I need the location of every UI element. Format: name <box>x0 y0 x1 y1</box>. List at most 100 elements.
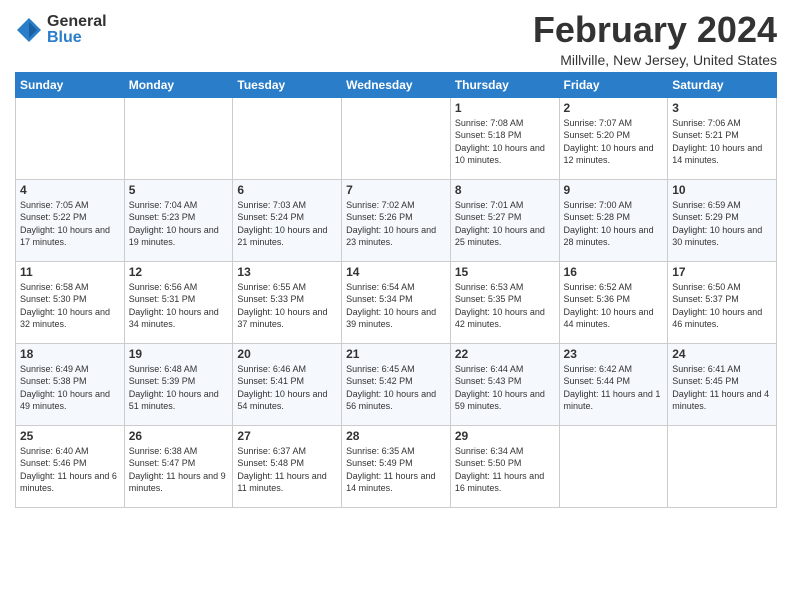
day-cell: 1Sunrise: 7:08 AMSunset: 5:18 PMDaylight… <box>450 97 559 179</box>
day-cell: 13 Sunrise: 6:55 AMSunset: 5:33 PMDayligh… <box>233 261 342 343</box>
day-info: Sunrise: 6:38 AMSunset: 5:47 PMDaylight:… <box>129 446 226 494</box>
day-info: Sunrise: 6:40 AMSunset: 5:46 PMDaylight:… <box>20 446 117 494</box>
day-cell: 7 Sunrise: 7:02 AMSunset: 5:26 PMDaylight… <box>342 179 451 261</box>
day-cell: 5Sunrise: 7:04 AMSunset: 5:23 PMDaylight… <box>124 179 233 261</box>
week-row-2: 4Sunrise: 7:05 AMSunset: 5:22 PMDaylight… <box>16 179 777 261</box>
day-cell: 20 Sunrise: 6:46 AMSunset: 5:41 PMDayligh… <box>233 343 342 425</box>
day-info: Sunrise: 7:03 AMSunset: 5:24 PMDaylight:… <box>237 200 327 248</box>
day-info: Sunrise: 7:00 AMSunset: 5:28 PMDaylight:… <box>564 200 654 248</box>
day-info: Sunrise: 6:48 AMSunset: 5:39 PMDaylight:… <box>129 364 219 412</box>
day-number: 24 <box>672 347 772 361</box>
day-cell: 11 Sunrise: 6:58 AMSunset: 5:30 PMDayligh… <box>16 261 125 343</box>
day-number: 26 <box>129 429 229 443</box>
day-info: Sunrise: 7:07 AMSunset: 5:20 PMDaylight:… <box>564 118 654 166</box>
week-row-5: 25 Sunrise: 6:40 AMSunset: 5:46 PMDayligh… <box>16 425 777 507</box>
calendar-subtitle: Millville, New Jersey, United States <box>533 52 777 68</box>
day-info: Sunrise: 6:54 AMSunset: 5:34 PMDaylight:… <box>346 282 436 330</box>
day-info: Sunrise: 6:49 AMSunset: 5:38 PMDaylight:… <box>20 364 110 412</box>
title-block: February 2024 Millville, New Jersey, Uni… <box>533 10 777 68</box>
day-number: 15 <box>455 265 555 279</box>
day-number: 19 <box>129 347 229 361</box>
day-cell: 15 Sunrise: 6:53 AMSunset: 5:35 PMDayligh… <box>450 261 559 343</box>
day-cell: 12 Sunrise: 6:56 AMSunset: 5:31 PMDayligh… <box>124 261 233 343</box>
day-cell: 2 Sunrise: 7:07 AMSunset: 5:20 PMDaylight… <box>559 97 668 179</box>
day-cell <box>559 425 668 507</box>
day-cell <box>16 97 125 179</box>
col-header-friday: Friday <box>559 72 668 97</box>
day-number: 11 <box>20 265 120 279</box>
day-cell: 23 Sunrise: 6:42 AMSunset: 5:44 PMDayligh… <box>559 343 668 425</box>
day-number: 22 <box>455 347 555 361</box>
logo-icon <box>15 16 43 44</box>
col-header-monday: Monday <box>124 72 233 97</box>
day-number: 18 <box>20 347 120 361</box>
day-cell: 27 Sunrise: 6:37 AMSunset: 5:48 PMDayligh… <box>233 425 342 507</box>
day-number: 13 <box>237 265 337 279</box>
day-info: Sunrise: 6:55 AMSunset: 5:33 PMDaylight:… <box>237 282 327 330</box>
col-header-wednesday: Wednesday <box>342 72 451 97</box>
col-header-saturday: Saturday <box>668 72 777 97</box>
week-row-3: 11 Sunrise: 6:58 AMSunset: 5:30 PMDayligh… <box>16 261 777 343</box>
day-info: Sunrise: 6:58 AMSunset: 5:30 PMDaylight:… <box>20 282 110 330</box>
day-info: Sunrise: 7:02 AMSunset: 5:26 PMDaylight:… <box>346 200 436 248</box>
day-number: 27 <box>237 429 337 443</box>
day-number: 2 <box>564 101 664 115</box>
day-cell: 25 Sunrise: 6:40 AMSunset: 5:46 PMDayligh… <box>16 425 125 507</box>
day-info: Sunrise: 6:41 AMSunset: 5:45 PMDaylight:… <box>672 364 769 412</box>
day-info: Sunrise: 6:45 AMSunset: 5:42 PMDaylight:… <box>346 364 436 412</box>
day-info: Sunrise: 6:46 AMSunset: 5:41 PMDaylight:… <box>237 364 327 412</box>
day-number: 3 <box>672 101 772 115</box>
day-number: 9 <box>564 183 664 197</box>
week-row-4: 18 Sunrise: 6:49 AMSunset: 5:38 PMDayligh… <box>16 343 777 425</box>
day-cell: 4Sunrise: 7:05 AMSunset: 5:22 PMDaylight… <box>16 179 125 261</box>
day-info: Sunrise: 6:59 AMSunset: 5:29 PMDaylight:… <box>672 200 762 248</box>
logo-general-text: General <box>47 14 107 30</box>
day-cell: 21 Sunrise: 6:45 AMSunset: 5:42 PMDayligh… <box>342 343 451 425</box>
day-info: Sunrise: 6:37 AMSunset: 5:48 PMDaylight:… <box>237 446 326 494</box>
day-info: Sunrise: 6:35 AMSunset: 5:49 PMDaylight:… <box>346 446 435 494</box>
day-info: Sunrise: 7:08 AMSunset: 5:18 PMDaylight:… <box>455 118 545 166</box>
calendar-title: February 2024 <box>533 10 777 50</box>
day-number: 21 <box>346 347 446 361</box>
day-cell: 6Sunrise: 7:03 AMSunset: 5:24 PMDaylight… <box>233 179 342 261</box>
day-number: 4 <box>20 183 120 197</box>
header: General Blue February 2024 Millville, Ne… <box>15 10 777 68</box>
day-number: 28 <box>346 429 446 443</box>
calendar-table: SundayMondayTuesdayWednesdayThursdayFrid… <box>15 72 777 508</box>
day-info: Sunrise: 6:42 AMSunset: 5:44 PMDaylight:… <box>564 364 661 412</box>
day-cell: 3 Sunrise: 7:06 AMSunset: 5:21 PMDaylight… <box>668 97 777 179</box>
day-cell: 9 Sunrise: 7:00 AMSunset: 5:28 PMDaylight… <box>559 179 668 261</box>
day-info: Sunrise: 6:56 AMSunset: 5:31 PMDaylight:… <box>129 282 219 330</box>
day-info: Sunrise: 6:34 AMSunset: 5:50 PMDaylight:… <box>455 446 544 494</box>
col-header-thursday: Thursday <box>450 72 559 97</box>
day-number: 29 <box>455 429 555 443</box>
day-cell: 8Sunrise: 7:01 AMSunset: 5:27 PMDaylight… <box>450 179 559 261</box>
day-cell <box>668 425 777 507</box>
week-row-1: 1Sunrise: 7:08 AMSunset: 5:18 PMDaylight… <box>16 97 777 179</box>
day-cell: 18 Sunrise: 6:49 AMSunset: 5:38 PMDayligh… <box>16 343 125 425</box>
day-number: 25 <box>20 429 120 443</box>
day-cell <box>342 97 451 179</box>
day-info: Sunrise: 7:06 AMSunset: 5:21 PMDaylight:… <box>672 118 762 166</box>
day-cell: 28 Sunrise: 6:35 AMSunset: 5:49 PMDayligh… <box>342 425 451 507</box>
day-number: 5 <box>129 183 229 197</box>
day-cell: 16 Sunrise: 6:52 AMSunset: 5:36 PMDayligh… <box>559 261 668 343</box>
day-info: Sunrise: 6:44 AMSunset: 5:43 PMDaylight:… <box>455 364 545 412</box>
day-number: 16 <box>564 265 664 279</box>
day-number: 23 <box>564 347 664 361</box>
day-info: Sunrise: 6:53 AMSunset: 5:35 PMDaylight:… <box>455 282 545 330</box>
day-cell <box>124 97 233 179</box>
day-number: 17 <box>672 265 772 279</box>
day-cell: 29 Sunrise: 6:34 AMSunset: 5:50 PMDayligh… <box>450 425 559 507</box>
day-number: 20 <box>237 347 337 361</box>
day-info: Sunrise: 6:52 AMSunset: 5:36 PMDaylight:… <box>564 282 654 330</box>
logo-blue-text: Blue <box>47 30 107 46</box>
day-number: 12 <box>129 265 229 279</box>
day-cell: 10Sunrise: 6:59 AMSunset: 5:29 PMDayligh… <box>668 179 777 261</box>
day-cell <box>233 97 342 179</box>
day-cell: 14 Sunrise: 6:54 AMSunset: 5:34 PMDayligh… <box>342 261 451 343</box>
day-number: 8 <box>455 183 555 197</box>
col-header-sunday: Sunday <box>16 72 125 97</box>
day-number: 14 <box>346 265 446 279</box>
day-number: 7 <box>346 183 446 197</box>
